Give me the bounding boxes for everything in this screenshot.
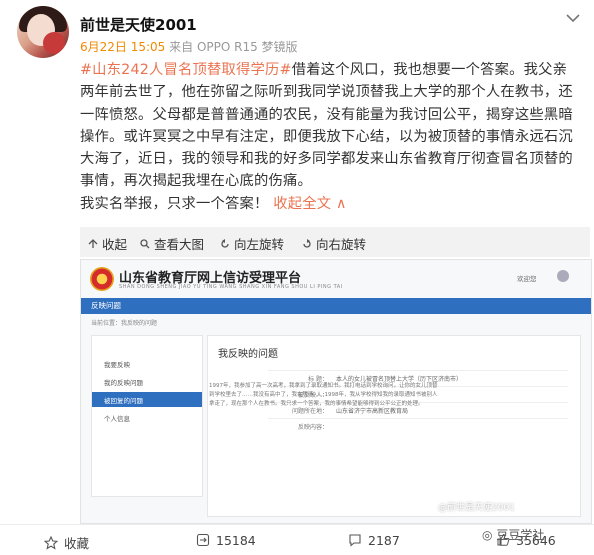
image-watermark: @前世是天使2001 — [438, 503, 515, 513]
post-source: 来自 OPPO R15 梦镜版 — [169, 40, 298, 54]
brand-logo-icon: ◎ — [482, 528, 493, 542]
rotate-left-label: 向左旋转 — [233, 237, 284, 252]
brand-name: 豆豆学社 — [496, 528, 545, 542]
rotate-left-button[interactable]: 向左旋转 — [220, 234, 284, 253]
username[interactable]: 前世是天使2001 — [80, 14, 197, 35]
post-text: 借着这个风口，我也想要一个答案。我父亲两年前去世了，他在弥留之际听到我同学说顶替… — [80, 62, 573, 190]
national-emblem-icon — [90, 267, 114, 291]
collapse-text-link[interactable]: 收起全文 ∧ — [273, 196, 346, 212]
avatar-flower — [43, 32, 65, 54]
complaint-content: 1997年，我参加了高一次高考，我拿到了录取通知书。我打电话到学校询问，让你的女… — [209, 383, 438, 407]
favorite-button[interactable]: 收藏 — [44, 533, 89, 552]
rotate-right-button[interactable]: 向右旋转 — [302, 234, 366, 253]
rotate-left-icon — [221, 239, 229, 248]
favorite-label: 收藏 — [64, 536, 90, 551]
repost-count: 15184 — [216, 533, 256, 548]
portal-subtitle: SHAN DONG SHENG JIAO YU TING WANG SHANG … — [119, 284, 343, 290]
post-date: 6月22日 15:05 — [80, 40, 166, 54]
portal-main-heading: 我反映的问题 — [218, 349, 278, 360]
magnifier-icon — [140, 239, 150, 249]
repost-icon — [196, 533, 210, 547]
rotate-right-icon — [303, 239, 311, 248]
avatar[interactable] — [17, 6, 69, 58]
portal-sidebar: 我要反映 我的反映问题 被回复的问题 个人信息 — [91, 335, 203, 497]
image-toolbar: 收起 查看大图 向左旋转 向右旋转 — [80, 227, 590, 257]
brand-watermark: ◎ 豆豆学社 — [482, 526, 544, 543]
post-last-line: 我实名举报，只求一个答案！ — [80, 195, 269, 212]
portal-row: 反映内容： — [268, 418, 568, 433]
sidebar-item: 我的反映问题 — [104, 379, 143, 387]
portal-main: 我反映的问题 标 题： 本人的女儿被冒名顶替上大学（历下区济南市） 被反映人： 问… — [207, 335, 581, 517]
attached-screenshot[interactable]: 山东省教育厅网上信访受理平台 SHAN DONG SHENG JIAO YU T… — [80, 259, 592, 524]
user-icon — [557, 270, 569, 282]
sidebar-item: 个人信息 — [104, 415, 130, 423]
comment-button[interactable]: 2187 — [348, 533, 400, 548]
sidebar-item-active: 被回复的问题 — [92, 392, 202, 407]
post-body: #山东242人冒名顶替取得学历#借着这个风口，我也想要一个答案。我父亲两年前去世… — [80, 59, 580, 215]
post-header: 前世是天使2001 6月22日 15:05 来自 OPPO R15 梦镜版 — [0, 0, 594, 62]
arrow-up-icon — [88, 239, 98, 248]
breadcrumb: 当前位置：我反映的问题 — [91, 320, 158, 327]
comment-icon — [349, 534, 361, 547]
portal-login-text: 欢迎您 — [517, 275, 537, 283]
chevron-down-icon[interactable] — [566, 8, 580, 27]
comment-count: 2187 — [368, 533, 400, 548]
rotate-right-label: 向右旋转 — [315, 237, 366, 252]
sidebar-item: 我要反映 — [104, 361, 130, 369]
collapse-image-button[interactable]: 收起 — [88, 234, 127, 253]
hashtag-link[interactable]: #山东242人冒名顶替取得学历# — [80, 62, 292, 78]
view-large-button[interactable]: 查看大图 — [140, 234, 204, 253]
portal-nav-label: 反映问题 — [91, 301, 121, 310]
view-large-label: 查看大图 — [153, 237, 204, 252]
post-meta: 6月22日 15:05 来自 OPPO R15 梦镜版 — [80, 38, 298, 55]
star-icon — [44, 536, 58, 550]
collapse-label: 收起 — [101, 237, 127, 252]
portal-nav-bar: 反映问题 — [81, 298, 591, 314]
repost-button[interactable]: 15184 — [196, 533, 256, 548]
